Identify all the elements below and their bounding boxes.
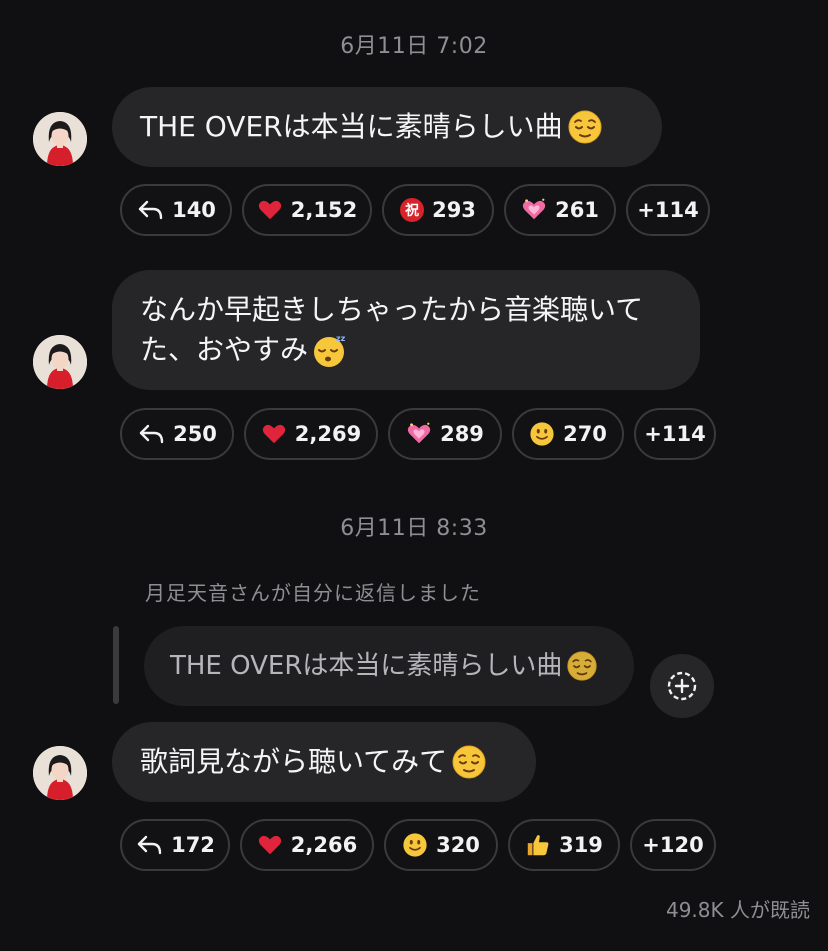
avatar[interactable] — [33, 746, 87, 800]
reply-reaction-button[interactable]: 172 — [120, 819, 230, 871]
heart-reaction-button[interactable]: 2,269 — [244, 408, 378, 460]
smiling-face-reaction-button[interactable]: 270 — [512, 408, 624, 460]
reply-arrow-icon — [137, 420, 165, 448]
thumbs-up-icon — [525, 831, 551, 859]
sparkling-heart-icon — [406, 420, 432, 448]
congratulations-kanji-icon: 祝 — [400, 196, 425, 224]
reaction-count: 261 — [555, 198, 599, 222]
quoted-message[interactable]: THE OVERは本当に素晴らしい曲 — [144, 626, 634, 706]
message-text-line-1: なんか早起きしちゃったから音楽聴いて — [140, 293, 644, 326]
red-heart-icon — [257, 831, 283, 859]
reaction-count: 293 — [432, 198, 476, 222]
reply-reaction-button[interactable]: 140 — [120, 184, 232, 236]
red-heart-icon — [257, 196, 283, 224]
reaction-count: 2,266 — [290, 833, 358, 857]
message-text: 歌詞見ながら聴いてみて — [140, 745, 448, 778]
congratulations-reaction-button[interactable]: 祝 293 — [382, 184, 494, 236]
message-bubble-1[interactable]: THE OVERは本当に素晴らしい曲 — [112, 87, 662, 167]
sleeping-face-icon — [312, 332, 348, 368]
heart-reaction-button[interactable]: 2,152 — [242, 184, 372, 236]
message-bubble-3[interactable]: 歌詞見ながら聴いてみて — [112, 722, 536, 802]
reaction-count: 270 — [563, 422, 607, 446]
relieved-face-icon — [566, 650, 598, 682]
relieved-face-icon — [451, 744, 487, 780]
quoted-message-text: THE OVERは本当に素晴らしい曲 — [170, 651, 563, 681]
reactions-row-2: 250 2,269 289 270 +114 — [120, 408, 716, 460]
more-reactions-button[interactable]: +114 — [634, 408, 716, 460]
reaction-count: 289 — [440, 422, 484, 446]
message-text-line-2: た、おやすみ — [140, 333, 309, 366]
reactions-row-1: 140 2,152 祝 293 261 +114 — [120, 184, 710, 236]
seen-count: 49.8K 人が既読 — [665, 898, 810, 922]
reply-note: 月足天音さんが自分に返信しました — [145, 581, 481, 605]
relieved-face-icon — [567, 109, 603, 145]
avatar[interactable] — [33, 335, 87, 389]
reactions-row-3: 172 2,266 320 319 +120 — [120, 819, 716, 871]
avatar-image — [33, 335, 87, 389]
avatar[interactable] — [33, 112, 87, 166]
more-reactions-count: +114 — [637, 198, 699, 222]
slightly-smiling-face-icon — [402, 831, 428, 859]
add-reaction-button[interactable] — [650, 654, 714, 718]
sparkling-heart-reaction-button[interactable]: 289 — [388, 408, 502, 460]
reaction-count: 320 — [436, 833, 480, 857]
message-bubble-2[interactable]: なんか早起きしちゃったから音楽聴いて た、おやすみ — [112, 270, 700, 390]
reaction-count: 250 — [173, 422, 217, 446]
sparkling-heart-reaction-button[interactable]: 261 — [504, 184, 616, 236]
smiling-face-reaction-button[interactable]: 320 — [384, 819, 498, 871]
avatar-image — [33, 112, 87, 166]
sparkling-heart-icon — [521, 196, 547, 224]
avatar-image — [33, 746, 87, 800]
reaction-count: 172 — [171, 833, 215, 857]
more-reactions-button[interactable]: +114 — [626, 184, 710, 236]
timestamp-1: 6月11日 7:02 — [340, 34, 488, 59]
add-reaction-icon — [667, 671, 697, 701]
reply-arrow-icon — [135, 831, 163, 859]
reaction-count: 2,152 — [290, 198, 358, 222]
red-heart-icon — [261, 420, 287, 448]
reaction-count: 140 — [172, 198, 216, 222]
reaction-count: 319 — [559, 833, 603, 857]
thumbs-up-reaction-button[interactable]: 319 — [508, 819, 620, 871]
quote-bar — [113, 626, 119, 704]
reply-arrow-icon — [136, 196, 164, 224]
slightly-smiling-face-icon — [529, 420, 555, 448]
more-reactions-count: +120 — [642, 833, 704, 857]
more-reactions-count: +114 — [644, 422, 706, 446]
reaction-count: 2,269 — [294, 422, 362, 446]
more-reactions-button[interactable]: +120 — [630, 819, 716, 871]
timestamp-2: 6月11日 8:33 — [340, 516, 488, 541]
reply-reaction-button[interactable]: 250 — [120, 408, 234, 460]
heart-reaction-button[interactable]: 2,266 — [240, 819, 374, 871]
message-text: THE OVERは本当に素晴らしい曲 — [140, 110, 563, 143]
